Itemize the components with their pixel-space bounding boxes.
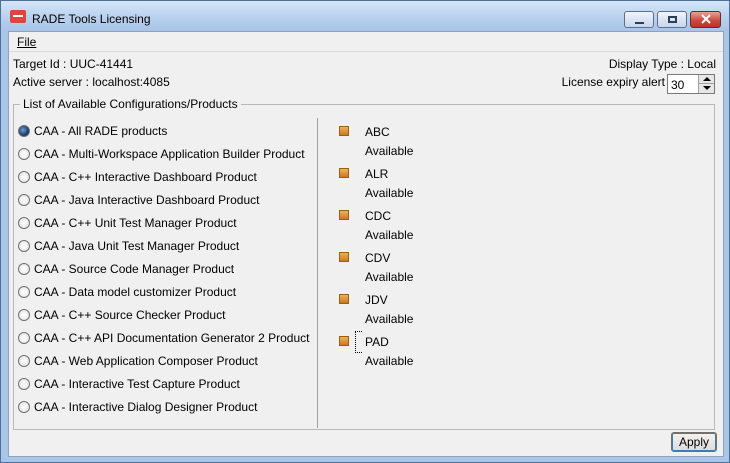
product-name: CDC [365, 209, 391, 223]
config-label: CAA - Source Code Manager Product [34, 262, 235, 276]
expiry-alert-label: License expiry alert [561, 75, 665, 89]
spinner-up-button[interactable] [698, 75, 714, 84]
radio-button-icon[interactable] [18, 309, 30, 321]
product-name: ALR [365, 167, 389, 181]
radio-button-icon[interactable] [18, 378, 30, 390]
config-label: CAA - Java Unit Test Manager Product [34, 239, 240, 253]
radio-button-icon[interactable] [18, 217, 30, 229]
config-label: CAA - Multi-Workspace Application Builde… [34, 147, 305, 161]
close-button[interactable] [690, 11, 721, 28]
radio-button-icon[interactable] [18, 401, 30, 413]
product-icon [339, 168, 349, 178]
window-title: RADE Tools Licensing [32, 12, 151, 26]
display-type: Display Type : Local [608, 57, 716, 71]
product-icon [339, 294, 349, 304]
config-label: CAA - Web Application Composer Product [34, 354, 258, 368]
target-id: Target Id : UUC-41441 [13, 57, 134, 71]
radio-button-icon[interactable] [18, 171, 30, 183]
expiry-alert-value[interactable]: 30 [671, 78, 684, 92]
menu-file[interactable]: File [17, 35, 36, 49]
divider [317, 118, 318, 428]
group-title: List of Available Configurations/Product… [20, 97, 241, 111]
minimize-icon [635, 22, 644, 24]
product-icon [339, 210, 349, 220]
product-name: ABC [365, 125, 390, 139]
product-icon [339, 126, 349, 136]
product-status: Available [365, 144, 414, 158]
app-icon [10, 10, 26, 23]
focus-indicator [355, 331, 362, 353]
product-icon [339, 336, 349, 346]
config-label: CAA - All RADE products [34, 124, 168, 138]
radio-button-icon[interactable] [18, 332, 30, 344]
menu-bar: File [9, 32, 723, 52]
product-status: Available [365, 312, 414, 326]
product-name: CDV [365, 251, 391, 265]
config-label: CAA - C++ API Documentation Generator 2 … [34, 331, 310, 345]
product-icon [339, 252, 349, 262]
product-name: PAD [365, 335, 389, 349]
radio-button-icon[interactable] [18, 125, 30, 137]
apply-button[interactable]: Apply [671, 432, 717, 452]
config-label: CAA - C++ Source Checker Product [34, 308, 226, 322]
config-label: CAA - Java Interactive Dashboard Product [34, 193, 260, 207]
arrow-down-icon [703, 86, 711, 90]
product-status: Available [365, 354, 414, 368]
radio-button-icon[interactable] [18, 355, 30, 367]
arrow-up-icon [703, 77, 711, 81]
radio-button-icon[interactable] [18, 194, 30, 206]
licensing-window: RADE Tools Licensing File Target Id : UU… [0, 0, 730, 463]
product-status: Available [365, 270, 414, 284]
product-status: Available [365, 228, 414, 242]
config-label: CAA - Interactive Dialog Designer Produc… [34, 400, 258, 414]
close-icon [701, 14, 711, 24]
client-area: File Target Id : UUC-41441 Active server… [8, 31, 724, 457]
config-label: CAA - C++ Unit Test Manager Product [34, 216, 237, 230]
config-label: CAA - Data model customizer Product [34, 285, 237, 299]
title-bar[interactable]: RADE Tools Licensing [1, 1, 729, 31]
active-server: Active server : localhost:4085 [13, 75, 170, 89]
radio-button-icon[interactable] [18, 240, 30, 252]
minimize-button[interactable] [624, 11, 654, 28]
expiry-alert-spinner[interactable]: 30 [667, 74, 715, 94]
product-status: Available [365, 186, 414, 200]
config-label: CAA - Interactive Test Capture Product [34, 377, 240, 391]
maximize-button[interactable] [657, 11, 687, 28]
maximize-icon [668, 16, 677, 23]
radio-button-icon[interactable] [18, 148, 30, 160]
product-name: JDV [365, 293, 388, 307]
radio-button-icon[interactable] [18, 286, 30, 298]
configurations-group: List of Available Configurations/Product… [13, 97, 715, 430]
config-label: CAA - C++ Interactive Dashboard Product [34, 170, 257, 184]
spinner-down-button[interactable] [698, 84, 714, 93]
menu-file-label: File [17, 35, 37, 49]
radio-button-icon[interactable] [18, 263, 30, 275]
